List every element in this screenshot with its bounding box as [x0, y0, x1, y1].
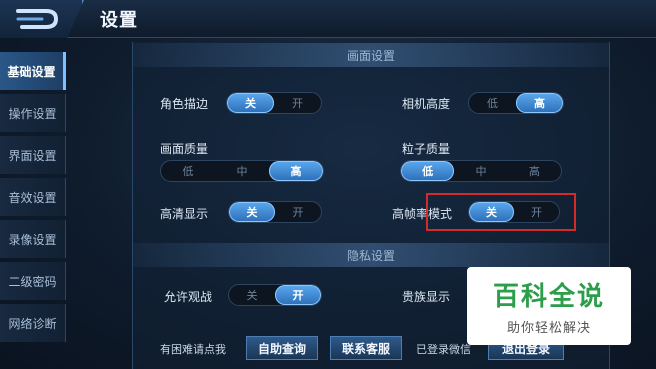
sidebar-item-audio[interactable]: 音效设置 — [0, 178, 66, 216]
allow-spectate-off[interactable]: 关 — [229, 285, 275, 305]
sidebar-item-network[interactable]: 网络诊断 — [0, 304, 66, 342]
back-button[interactable] — [0, 0, 84, 38]
hd-display-on[interactable]: 开 — [275, 202, 321, 222]
particle-quality-label: 粒子质量 — [402, 142, 451, 156]
particle-quality-mid[interactable]: 中 — [454, 161, 507, 181]
hd-display-off[interactable]: 关 — [229, 202, 275, 222]
camera-height-low[interactable]: 低 — [469, 93, 516, 113]
sidebar-item-secondary-password[interactable]: 二级密码 — [0, 262, 66, 300]
picture-quality-low[interactable]: 低 — [161, 161, 215, 181]
particle-quality-toggle[interactable]: 低 中 高 — [400, 160, 562, 182]
hd-display-toggle[interactable]: 关 开 — [228, 201, 322, 223]
allow-spectate-label: 允许观战 — [164, 290, 213, 304]
sidebar-item-interface[interactable]: 界面设置 — [0, 136, 66, 174]
highlight-box — [426, 193, 576, 231]
watermark-title: 百科全说 — [492, 282, 605, 312]
hd-display-label: 高清显示 — [160, 207, 209, 221]
header-bar: 设置 — [0, 0, 656, 38]
picture-quality-toggle[interactable]: 低 中 高 — [160, 160, 324, 182]
sidebar-item-replay[interactable]: 录像设置 — [0, 220, 66, 258]
picture-quality-high[interactable]: 高 — [269, 161, 323, 181]
sidebar: 基础设置 操作设置 界面设置 音效设置 录像设置 二级密码 网络诊断 — [0, 52, 66, 346]
camera-height-toggle[interactable]: 低 高 — [468, 92, 564, 114]
section-header-privacy: 隐私设置 — [132, 243, 610, 267]
allow-spectate-on[interactable]: 开 — [275, 285, 321, 305]
allow-spectate-toggle[interactable]: 关 开 — [228, 284, 322, 306]
role-outline-toggle[interactable]: 关 开 — [226, 92, 322, 114]
self-service-button[interactable]: 自助查询 — [246, 336, 318, 360]
sidebar-item-basic[interactable]: 基础设置 — [0, 52, 66, 90]
particle-quality-low[interactable]: 低 — [401, 161, 455, 181]
page-title: 设置 — [100, 10, 138, 31]
section-header-display: 画面设置 — [132, 43, 610, 67]
role-outline-on[interactable]: 开 — [274, 93, 321, 113]
watermark: 百科全说 助你轻松解决 — [467, 267, 631, 345]
camera-height-label: 相机高度 — [402, 97, 451, 111]
contact-support-button[interactable]: 联系客服 — [330, 336, 402, 360]
noble-display-label: 贵族显示 — [402, 290, 451, 304]
role-outline-label: 角色描边 — [160, 97, 209, 111]
picture-quality-mid[interactable]: 中 — [215, 161, 269, 181]
particle-quality-high[interactable]: 高 — [508, 161, 561, 181]
logged-in-text: 已登录微信 — [416, 343, 471, 356]
sidebar-item-controls[interactable]: 操作设置 — [0, 94, 66, 132]
role-outline-off[interactable]: 关 — [227, 93, 274, 113]
back-arrow-icon — [16, 9, 59, 29]
camera-height-high[interactable]: 高 — [516, 93, 563, 113]
watermark-subtitle: 助你轻松解决 — [506, 321, 591, 336]
picture-quality-label: 画面质量 — [160, 142, 209, 156]
help-text: 有困难请点我 — [160, 343, 226, 356]
